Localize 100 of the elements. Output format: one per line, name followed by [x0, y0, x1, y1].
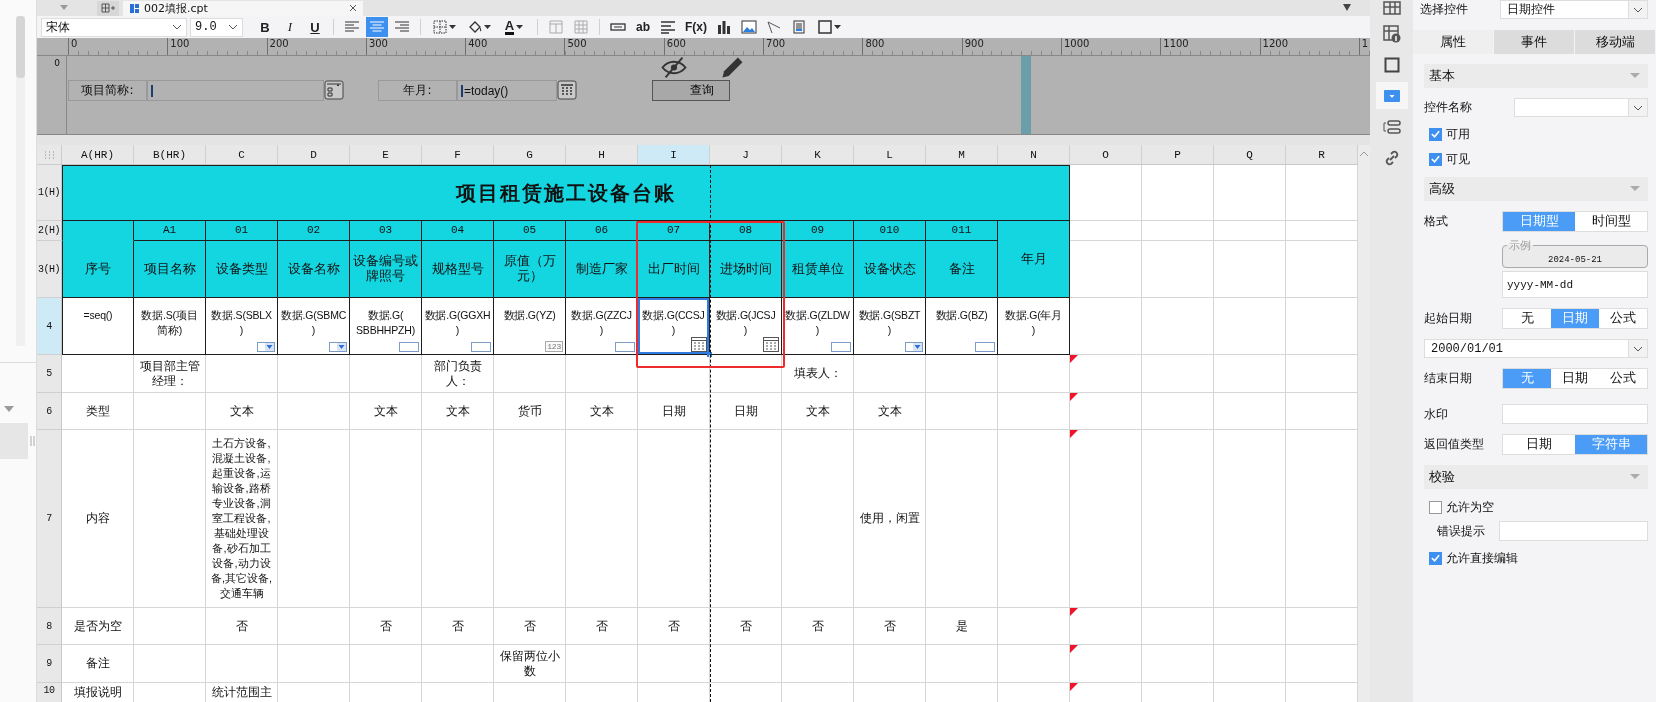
row-header[interactable]: 3(H) — [37, 241, 62, 298]
section-title: 校验 — [1429, 468, 1455, 486]
row-header[interactable]: 5 — [37, 355, 62, 393]
table-cell: 制造厂家 — [566, 241, 638, 298]
row-header[interactable]: 6 — [37, 393, 62, 430]
column-header[interactable]: D — [278, 145, 350, 165]
row-header[interactable]: 7 — [37, 430, 62, 608]
checkbox[interactable] — [1429, 152, 1442, 166]
collapse-icon — [1630, 186, 1640, 192]
table-cell — [206, 645, 278, 683]
caret-icon[interactable] — [59, 5, 69, 11]
column-header[interactable]: R — [1286, 145, 1358, 165]
column-header[interactable]: O — [1070, 145, 1142, 165]
caret-icon[interactable] — [3, 405, 15, 413]
table-cell: 类型 — [62, 393, 134, 430]
input-field[interactable]: yyyy-MM-dd — [1502, 271, 1648, 298]
input-field[interactable] — [147, 80, 324, 101]
column-header[interactable]: N — [998, 145, 1070, 165]
column-header[interactable]: A(HR) — [62, 145, 134, 165]
row-header[interactable]: 1(H) — [37, 165, 62, 221]
column-header[interactable]: F — [422, 145, 494, 165]
table-cell — [422, 645, 494, 683]
layout-icon — [1382, 118, 1401, 135]
segment-option[interactable]: 日期 — [1551, 369, 1599, 388]
column-header[interactable]: G — [494, 145, 566, 165]
row-header[interactable]: 4 — [37, 298, 62, 355]
column-header[interactable]: L — [854, 145, 926, 165]
underline-button[interactable]: U — [304, 17, 326, 37]
column-header[interactable]: H — [566, 145, 638, 165]
row-header[interactable]: 8 — [37, 608, 62, 645]
calendar-icon[interactable] — [557, 80, 577, 100]
font-select[interactable]: 宋体 — [41, 17, 187, 37]
image-button[interactable] — [738, 17, 760, 37]
column-header[interactable]: E — [350, 145, 422, 165]
new-tab-button[interactable] — [97, 0, 119, 16]
table-cell: =seq() — [62, 298, 134, 355]
column-header[interactable]: B(HR) — [134, 145, 206, 165]
table-cell: 项目名称 — [134, 241, 206, 298]
ruler-label: 100 — [170, 38, 190, 49]
query-button[interactable]: 查询 — [652, 80, 730, 101]
section-header[interactable]: 基本 — [1424, 64, 1648, 88]
panel-tab[interactable]: 属性 — [1413, 30, 1494, 54]
column-header[interactable]: Q — [1214, 145, 1286, 165]
panel-tab[interactable]: 事件 — [1494, 30, 1575, 54]
segment-option[interactable]: 日期 — [1503, 435, 1575, 454]
scrollbar-thumb[interactable] — [16, 16, 25, 78]
column-header[interactable]: K — [782, 145, 854, 165]
widget-select[interactable]: 日期控件 — [1500, 0, 1648, 19]
column-header[interactable]: C — [206, 145, 278, 165]
insert-button[interactable]: ab — [632, 17, 654, 37]
panel-tab[interactable]: 移动端 — [1575, 30, 1656, 54]
link-icon — [1383, 149, 1400, 166]
input-field[interactable]: =today() — [457, 80, 557, 101]
section-header[interactable]: 高级 — [1424, 177, 1648, 201]
column-header[interactable]: P — [1142, 145, 1214, 165]
row-header[interactable]: 9 — [37, 645, 62, 683]
segment-option[interactable]: 时间型 — [1575, 212, 1647, 231]
checkbox[interactable] — [1429, 500, 1442, 514]
column-header[interactable]: I — [638, 145, 710, 165]
file-tab[interactable]: 002填报.cpt — [123, 0, 363, 16]
textbox-widget-icon — [615, 342, 635, 352]
table-cell — [1142, 221, 1214, 241]
checkbox[interactable] — [1429, 551, 1442, 565]
select-field[interactable] — [1514, 98, 1648, 117]
close-icon[interactable] — [349, 4, 357, 12]
table-cell: 02 — [278, 221, 350, 241]
selection-handle[interactable] — [707, 352, 712, 357]
checkbox[interactable] — [1429, 127, 1442, 141]
table-cell: 出厂时间 — [638, 241, 710, 298]
splitter-grip-icon[interactable] — [30, 436, 35, 446]
paragraph-icon — [661, 20, 675, 34]
table-cell — [854, 645, 926, 683]
align-center-button[interactable] — [366, 17, 388, 37]
segment-option[interactable]: 公式 — [1599, 309, 1647, 328]
tree-select-icon[interactable] — [324, 80, 344, 100]
square-icon — [1383, 56, 1400, 73]
row-header[interactable]: 10 — [37, 683, 62, 702]
table-cell: 03 — [350, 221, 422, 241]
select-field[interactable]: 2000/01/01 — [1424, 339, 1648, 358]
table-cell — [1142, 165, 1214, 221]
sample-legend: 示例 — [1507, 238, 1533, 253]
column-header[interactable]: M — [926, 145, 998, 165]
cell-text: 数据.G(SBMC ) — [280, 308, 347, 338]
scroll-up-icon[interactable] — [1359, 151, 1369, 157]
bold-button[interactable]: B — [254, 17, 276, 37]
table-cell — [926, 393, 998, 430]
section-header[interactable]: 校验 — [1424, 465, 1648, 489]
font-color-button[interactable]: A — [498, 17, 530, 37]
segment-option[interactable]: 无 — [1503, 309, 1551, 328]
insert-button[interactable]: F(x) — [682, 17, 710, 37]
column-header[interactable]: J — [710, 145, 782, 165]
segment-option[interactable]: 公式 — [1599, 369, 1647, 388]
table-cell: 否 — [422, 608, 494, 645]
table-cell: 原值（万元） — [494, 241, 566, 298]
font-size-select[interactable]: 9.0 — [190, 17, 243, 37]
sheet-title: 项目租赁施工设备台账 — [62, 165, 1070, 221]
row-header[interactable]: 2(H) — [37, 221, 62, 241]
italic-button[interactable]: I — [279, 17, 301, 37]
table-cell — [1142, 241, 1214, 298]
table-cell: 内容 — [62, 430, 134, 608]
